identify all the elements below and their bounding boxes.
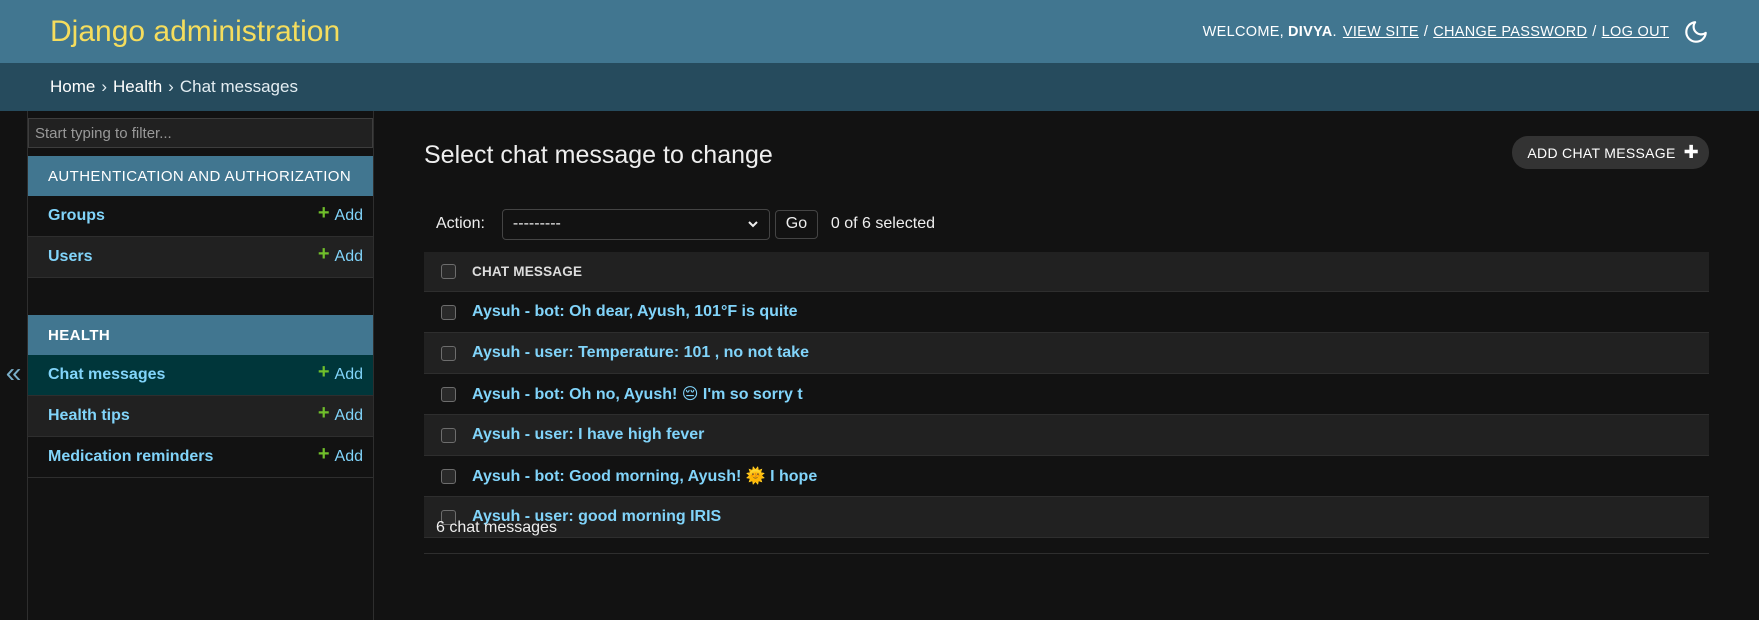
user-tools: Welcome, Divya. View site / Change passw… [1203,19,1709,45]
plus-icon: ✚ [1683,142,1699,162]
chevron-down-icon [748,221,758,228]
table-row: Aysuh - bot: Good morning, Ayush! 🌞 I ho… [424,456,1709,497]
breadcrumb-health[interactable]: Health [113,77,162,97]
plus-icon: + [317,402,330,424]
module-caption-label: Authentication and Authorization [48,167,352,185]
plus-icon: + [317,443,330,465]
action-label: Action: [436,215,485,232]
sidebar-item-chat-messages: Chat messages + Add [28,355,373,396]
moon-icon [1685,20,1707,43]
actions-bar: Action: --------- Go 0 of 6 selected [424,204,1709,244]
breadcrumb-current: Chat messages [179,77,298,96]
row-link[interactable]: Aysuh - user: Temperature: 101 , no not … [472,344,809,362]
breadcrumb-separator: › [101,77,108,96]
row-link[interactable]: Aysuh - bot: Good morning, Ayush! 🌞 I ho… [472,466,817,486]
sidebar-item-label[interactable]: Users [48,248,92,266]
module-health: Health Chat messages + Add Health tips + A… [28,315,373,478]
welcome-text: Welcome, [1202,23,1285,40]
table-row: Aysuh - bot: Oh no, Ayush! 😔 I'm so sorr… [424,374,1709,415]
view-site-link[interactable]: View site [1343,24,1419,40]
row-link[interactable]: Aysuh - bot: Oh no, Ayush! 😔 I'm so sorr… [472,384,803,404]
sidebar-item-label[interactable]: Chat messages [48,366,165,384]
breadcrumb-separator: › [168,77,174,96]
table-header: Chat message [424,252,1709,292]
row-link[interactable]: Aysuh - user: I have high fever [472,426,704,444]
add-label: Add [334,407,363,424]
change-password-link[interactable]: Change password [1433,24,1587,40]
add-label: Add [334,248,363,265]
results-table: Chat message Aysuh - bot: Oh dear, Ayush… [424,252,1709,538]
log-out-link[interactable]: Log out [1602,24,1669,40]
header: Django administration Welcome, Divya. Vi… [0,0,1759,63]
row-link[interactable]: Aysuh - bot: Oh dear, Ayush, 101°F is qu… [472,303,798,321]
sidebar-filter-input[interactable] [28,118,373,148]
add-chat-message-button[interactable]: Add chat message ✚ [1512,136,1709,169]
collapse-sidebar-icon: « [5,356,22,388]
row-checkbox[interactable] [440,468,456,484]
plus-icon: + [317,243,330,265]
table-row: Aysuh - bot: Oh dear, Ayush, 101°F is qu… [424,292,1709,333]
go-button[interactable]: Go [774,209,818,239]
sidebar-item-label[interactable]: Health tips [48,407,130,425]
username: Divya [1288,23,1333,40]
site-name[interactable]: Django administration [50,15,340,49]
table-row: Aysuh - user: I have high fever [424,415,1709,456]
result-count: 6 chat messages [424,502,1709,554]
page-title: Select chat message to change [424,141,773,169]
separator: / [1423,23,1429,40]
row-checkbox[interactable] [440,386,456,402]
add-button-label: Add chat message [1527,144,1676,161]
separator: / [1592,23,1597,40]
row-checkbox[interactable] [440,304,456,320]
row-checkbox[interactable] [440,427,456,443]
select-all-checkbox[interactable] [440,264,456,279]
username-suffix: . [1332,23,1337,40]
sidebar-item-groups: Groups + Add [28,196,373,237]
plus-icon: + [317,361,330,383]
sidebar-item-label[interactable]: Groups [48,207,105,225]
toggle-sidebar-button[interactable]: « [0,111,28,620]
action-select[interactable]: --------- [501,208,770,240]
plus-icon: + [317,202,330,224]
theme-toggle-button[interactable] [1683,19,1709,45]
breadcrumb-home[interactable]: Home [50,77,95,97]
add-chat-messages-link[interactable]: + Add [317,361,363,385]
table-row: Aysuh - user: Temperature: 101 , no not … [424,333,1709,374]
add-label: Add [334,366,363,383]
module-caption-label: Health [48,326,111,344]
breadcrumb: Home › Health › Chat messages [0,63,1759,111]
add-medication-reminders-link[interactable]: + Add [317,443,363,467]
sidebar-item-health-tips: Health tips + Add [28,396,373,437]
sidebar-item-label[interactable]: Medication reminders [48,448,213,466]
action-counter: 0 of 6 selected [830,215,935,232]
column-header-chat-message[interactable]: Chat message [472,264,582,279]
add-label: Add [334,207,363,224]
module-caption-health[interactable]: Health [28,315,373,355]
module-caption-auth[interactable]: Authentication and Authorization [28,156,373,196]
add-groups-link[interactable]: + Add [317,202,363,226]
add-users-link[interactable]: + Add [317,243,363,267]
sidebar: Authentication and Authorization Groups … [28,111,374,620]
sidebar-item-medication-reminders: Medication reminders + Add [28,437,373,478]
sidebar-item-users: Users + Add [28,237,373,278]
add-health-tips-link[interactable]: + Add [317,402,363,426]
module-auth: Authentication and Authorization Groups … [28,156,373,278]
action-selected-value: --------- [512,215,561,232]
row-checkbox[interactable] [440,345,456,361]
add-label: Add [334,448,363,465]
